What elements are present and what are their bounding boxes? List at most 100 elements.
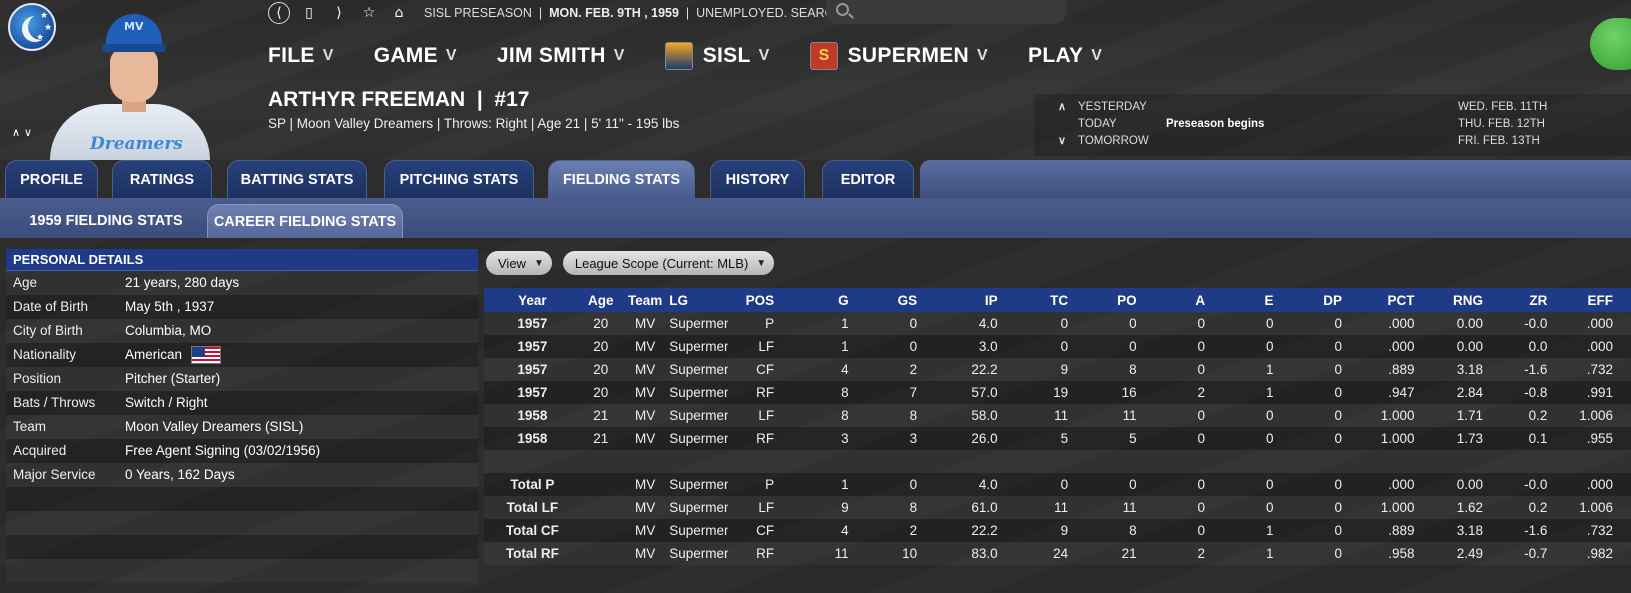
column-header[interactable]: ZR [1501, 288, 1565, 312]
tab-editor[interactable]: EDITOR [822, 160, 914, 198]
table-cell: Supermen [669, 339, 728, 354]
calendar-row[interactable]: ∨ TOMORROW FRI. FEB. 13TH [1034, 134, 1631, 150]
column-header[interactable]: PCT [1360, 288, 1433, 312]
column-header[interactable]: G [792, 288, 867, 312]
column-header[interactable]: E [1223, 288, 1291, 312]
table-cell: Total RF [505, 546, 559, 561]
table-row[interactable]: 1958 21 MV Supermen LF 8 8 58.0 11 11 0 0 0 1.000 1.71… [484, 404, 1631, 427]
table-row[interactable]: Total CF MV Supermen CF 4 2 22.2 9 8 0 1 0 .889 3.18 -… [484, 519, 1631, 542]
column-header[interactable]: IP [935, 288, 1016, 312]
table-cell: -0.0 [1524, 316, 1548, 331]
table-cell: 0 [1266, 500, 1274, 515]
table-cell: 0 [1060, 339, 1069, 354]
search-input[interactable] [826, 0, 1066, 24]
tab-label: PROFILE [20, 171, 83, 188]
menu-file[interactable]: FILE V [268, 44, 334, 68]
table-cell: .982 [1586, 546, 1613, 561]
detail-value: American [125, 347, 183, 362]
table-row[interactable]: Total P MV Supermen P 1 0 4.0 0 0 0 0 0 .000 0.00 -0.0… [484, 473, 1631, 496]
view-dropdown[interactable]: View ▼ [486, 251, 552, 275]
column-header[interactable]: Year [484, 288, 581, 312]
tab-fielding-stats[interactable]: FIELDING STATS [548, 160, 695, 198]
status-text[interactable]: SISL PRESEASON | MON. FEB. 9TH , 1959 | … [424, 6, 889, 20]
column-header[interactable]: Team [621, 288, 669, 312]
table-cell: 0 [1334, 477, 1342, 492]
table-cell: CF [756, 523, 775, 538]
column-header[interactable]: RNG [1433, 288, 1501, 312]
jersey-text: Dreamers [90, 134, 183, 154]
calendar-row[interactable]: TODAY Preseason begins THU. FEB. 12TH [1034, 117, 1631, 133]
tab-label: HISTORY [725, 171, 790, 188]
table-cell: 0 [1266, 408, 1274, 423]
table-cell: .889 [1388, 362, 1415, 377]
menu-play[interactable]: PLAY V [1028, 44, 1102, 68]
tab-pitching-stats[interactable]: PITCHING STATS [384, 160, 534, 198]
table-row[interactable]: Total RF MV Supermen RF 11 10 83.0 24 21 2 1 0.958 2… [484, 542, 1631, 565]
table-cell: 2.84 [1456, 385, 1483, 400]
table-cell: 1957 [517, 316, 548, 331]
tab-profile[interactable]: PROFILE [5, 160, 98, 198]
menu-manager[interactable]: JIM SMITH V [497, 44, 625, 68]
table-row[interactable]: 1957 20 MV Supermen LF 1 0 3.0 0 0 0 0 0 .000 0.00 0.0.… [484, 335, 1631, 358]
table-cell: Total P [510, 477, 555, 492]
table-cell: 11 [1054, 500, 1069, 515]
column-header[interactable]: LG [669, 288, 727, 312]
column-header[interactable]: A [1155, 288, 1223, 312]
table-cell: 4 [841, 523, 849, 538]
calendar-row[interactable]: ∧ YESTERDAY WED. FEB. 11TH [1034, 100, 1631, 116]
menu-game[interactable]: GAME V [374, 44, 457, 68]
table-cell: 1 [841, 339, 849, 354]
column-header[interactable]: EFF [1565, 288, 1631, 312]
column-header[interactable]: PO [1086, 288, 1154, 312]
table-row[interactable]: 1958 21 MV Supermen RF 3 3 26.0 5 5 0 0 0 1.000 1.73 0.… [484, 427, 1631, 450]
calendar-date: WED. FEB. 11TH [1458, 101, 1548, 113]
table-cell: 57.0 [971, 385, 998, 400]
forward-icon[interactable]: ⟩ [328, 2, 350, 24]
table-row[interactable] [484, 450, 1631, 473]
table-cell: 9 [841, 500, 849, 515]
menu-league[interactable]: SISL V [664, 42, 770, 70]
table-row[interactable]: 1957 20 MV Supermen RF 8 7 57.0 19 16 2 1 0 .947 2.84 -… [484, 381, 1631, 404]
table-cell: CF [756, 362, 775, 377]
detail-row: Bats / Throws Switch / Right [6, 391, 478, 415]
column-header[interactable]: DP [1292, 288, 1360, 312]
table-row[interactable]: 1957 20 MV Supermen P 1 0 4.0 0 0 0 0 0 .000 0.00 -0.0.… [484, 312, 1631, 335]
detail-value[interactable]: Moon Valley Dreamers (SISL) [125, 419, 303, 434]
column-header[interactable]: POS [728, 288, 792, 312]
detail-row: Major Service 0 Years, 162 Days [6, 463, 478, 487]
table-cell: 58.0 [971, 408, 998, 423]
detail-row: City of Birth Columbia, MO [6, 319, 478, 343]
table-cell: 11 [834, 546, 849, 561]
table-cell: -1.6 [1524, 362, 1548, 377]
tab-label: BATTING STATS [240, 171, 354, 188]
column-header[interactable]: TC [1016, 288, 1086, 312]
table-cell: 1 [1266, 362, 1274, 377]
calendar-label: TOMORROW [1078, 135, 1149, 147]
subtab-season-fielding[interactable]: 1959 FIELDING STATS [8, 204, 204, 238]
table-cell [581, 473, 621, 496]
column-header[interactable]: GS [867, 288, 935, 312]
tab-history[interactable]: HISTORY [710, 160, 805, 198]
back-icon[interactable]: ⟨ [268, 2, 290, 24]
table-cell: 0 [909, 339, 918, 354]
table-cell: .958 [1388, 546, 1415, 561]
table-cell: 9 [1060, 523, 1069, 538]
tab-ratings[interactable]: RATINGS [112, 160, 212, 198]
star-icon[interactable]: ☆ [358, 2, 380, 24]
cap-logo: MV [124, 20, 144, 33]
calendar-panel: ∧ YESTERDAY WED. FEB. 11TH TODAY Preseason b… [1034, 94, 1631, 156]
table-cell: 9 [1060, 362, 1069, 377]
column-header[interactable]: Age [581, 288, 621, 312]
tab-batting-stats[interactable]: BATTING STATS [227, 160, 367, 198]
moon-valley-logo[interactable]: ★ ★ ★ [8, 3, 56, 51]
table-cell [581, 542, 621, 565]
page-icon[interactable]: ▯ [298, 2, 320, 24]
table-row[interactable]: Total LF MV Supermen LF 9 8 61.0 11 11 0 0 0 1.000 1.… [484, 496, 1631, 519]
player-cycle-arrows[interactable]: ∧∨ [12, 126, 36, 139]
table-cell: Supermen [669, 362, 728, 377]
league-scope-dropdown[interactable]: League Scope (Current: MLB) ▼ [562, 251, 775, 275]
menu-team[interactable]: SUPERMEN V [809, 42, 988, 70]
table-row[interactable]: 1957 20 MV Supermen CF 4 2 22.2 9 8 0 1 0 .889 3.18 -1.… [484, 358, 1631, 381]
subtab-career-fielding[interactable]: CAREER FIELDING STATS [207, 204, 403, 238]
home-icon[interactable]: ⌂ [388, 2, 410, 24]
